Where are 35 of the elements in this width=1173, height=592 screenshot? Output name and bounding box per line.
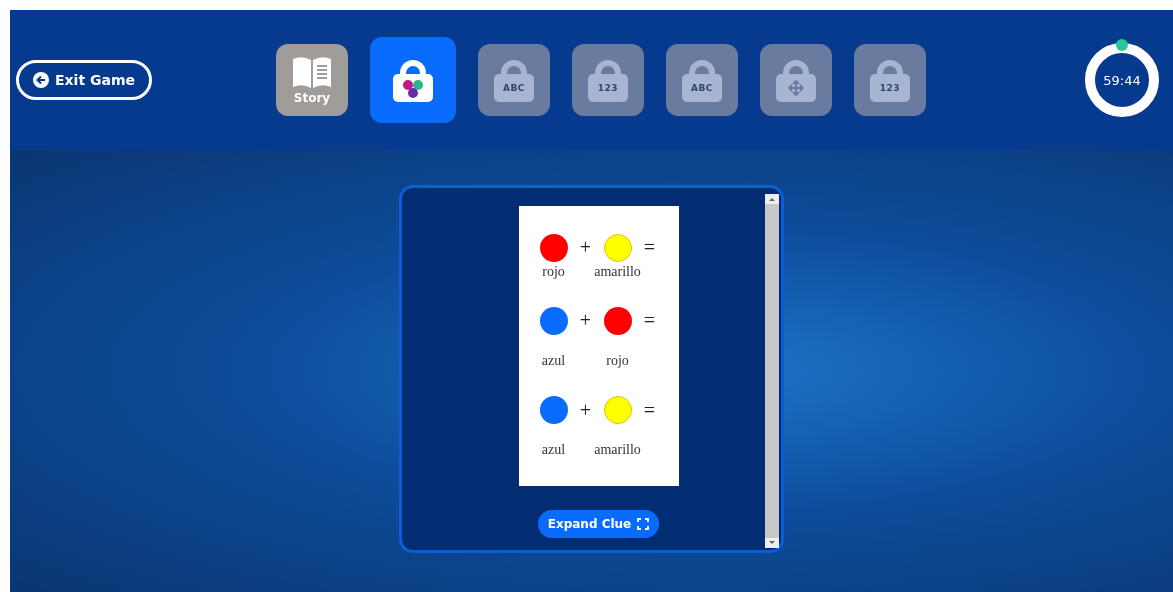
lock-label: 123 <box>879 83 901 93</box>
puzzle-lock-tab[interactable]: ABC <box>666 44 738 116</box>
puzzle-lock-tab[interactable] <box>760 44 832 116</box>
puzzle-lock-tab[interactable]: 123 <box>572 44 644 116</box>
expand-clue-button[interactable]: Expand Clue <box>537 510 660 538</box>
color-name: azul <box>541 353 566 369</box>
color-name: rojo <box>542 263 565 280</box>
lock-label: ABC <box>503 83 525 93</box>
color-name: amarillo <box>594 442 641 459</box>
timer-text: 59:44 <box>1103 72 1141 88</box>
scrollbar[interactable] <box>765 194 779 548</box>
color-name: rojo <box>606 353 629 369</box>
exit-game-button[interactable]: Exit Game <box>16 60 152 100</box>
color-name: azul <box>541 442 566 459</box>
scroll-down-icon[interactable] <box>765 538 779 548</box>
book-icon <box>291 55 333 89</box>
lock-label: 123 <box>597 83 619 93</box>
back-arrow-icon <box>33 72 49 88</box>
plus-sign: + <box>578 236 593 260</box>
equals-sign: = <box>642 309 657 333</box>
progress-dot-icon <box>1116 39 1128 51</box>
color-name: amarillo <box>594 263 641 280</box>
puzzle-lock-tab[interactable] <box>370 37 456 123</box>
plus-sign: + <box>578 398 593 422</box>
lock-label: ABC <box>691 83 713 93</box>
puzzle-lock-tab[interactable]: ABC <box>478 44 550 116</box>
dots-icon <box>400 77 426 99</box>
expand-icon <box>637 518 650 530</box>
move-arrows-icon <box>788 80 804 96</box>
equals-sign: = <box>642 236 657 260</box>
equals-sign: = <box>642 398 657 422</box>
scroll-up-icon[interactable] <box>765 194 779 204</box>
plus-sign: + <box>578 309 593 333</box>
puzzle-lock-tab[interactable]: 123 <box>854 44 926 116</box>
story-tab[interactable]: Story <box>276 44 348 116</box>
